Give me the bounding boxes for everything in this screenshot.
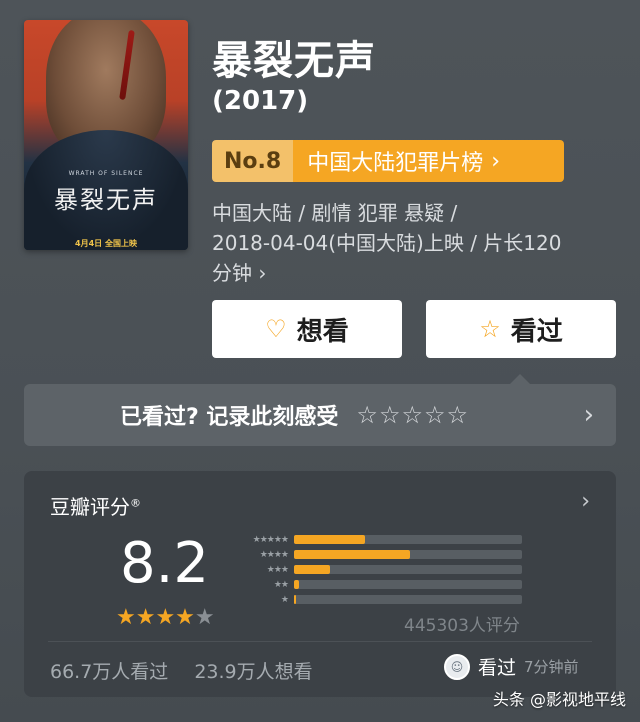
distribution-row: ★★: [228, 577, 528, 592]
ranking-list-label: 中国大陆犯罪片榜: [307, 151, 484, 176]
want-to-watch-button[interactable]: ♡ 想看: [212, 300, 402, 358]
chevron-right-icon: ›: [491, 148, 501, 174]
distribution-track: [294, 580, 522, 589]
divider: [48, 641, 592, 642]
distribution-star-label: ★★★: [266, 564, 289, 575]
poster-title: 暴裂无声: [54, 186, 158, 214]
heart-plus-icon: ♡: [265, 315, 287, 343]
audience-stats: 66.7万人看过 23.9万人想看: [50, 657, 313, 684]
distribution-row: ★★★★: [228, 547, 528, 562]
user-seen-label: 看过: [478, 657, 517, 679]
watermark: 头条 @影视地平线: [492, 690, 626, 709]
meta-release: 2018-04-04(中国大陆)上映 / 片长120: [212, 231, 562, 255]
registered-mark: ®: [130, 496, 141, 510]
ranking-list-link[interactable]: 中国大陆犯罪片榜 ›: [293, 140, 564, 182]
distribution-track: [294, 550, 522, 559]
distribution-row: ★★★: [228, 562, 528, 577]
movie-poster[interactable]: WRATH OF SILENCE 暴裂无声 4月4日 全国上映: [24, 20, 188, 250]
distribution-bar: [294, 580, 299, 589]
stars-filled: ★★★★: [116, 605, 195, 630]
rating-count: 445303人评分: [404, 616, 520, 636]
rating-header-label: 豆瓣评分: [50, 495, 130, 519]
wanted-count: 23.9万人想看: [194, 661, 313, 683]
chevron-right-icon[interactable]: ›: [581, 489, 590, 514]
distribution-bar: [294, 550, 411, 559]
rating-stars-input[interactable]: ☆☆☆☆☆: [356, 401, 469, 429]
friend-activity[interactable]: ☺ 看过 7分钟前: [444, 653, 579, 680]
rating-score: 8.2: [120, 531, 210, 596]
record-prompt: 已看过? 记录此刻感受: [120, 405, 339, 430]
ranking-number: No.8: [212, 140, 294, 182]
avatar[interactable]: ☺: [444, 653, 470, 680]
meta-runtime: 分钟 ›: [212, 261, 267, 285]
distribution-star-label: ★★★★: [259, 549, 289, 560]
ranking-badge[interactable]: No.8 中国大陆犯罪片榜 ›: [212, 140, 564, 182]
chevron-right-icon: ›: [583, 400, 594, 430]
user-seen-time: 7分钟前: [524, 658, 579, 676]
want-to-watch-label: 想看: [296, 316, 349, 347]
watched-button[interactable]: ☆ 看过: [426, 300, 616, 358]
distribution-bar: [294, 595, 297, 604]
distribution-row: ★: [228, 592, 528, 607]
poster-release-date: 4月4日 全国上映: [75, 239, 137, 248]
distribution-track: [294, 595, 522, 604]
distribution-bar: [294, 565, 331, 574]
distribution-track: [294, 565, 522, 574]
stars-empty: ★: [194, 605, 215, 630]
douban-rating-card[interactable]: 豆瓣评分® › 8.2 ★★★★★ ★★★★★ ★★★★ ★★★ ★★ ★ 445303…: [24, 471, 616, 697]
distribution-star-label: ★★: [273, 579, 289, 590]
meta-genres: 中国大陆 / 剧情 犯罪 悬疑 /: [212, 201, 458, 225]
movie-year: (2017): [212, 86, 309, 116]
star-outline-icon: ☆: [479, 315, 501, 343]
record-feeling-bar[interactable]: 已看过? 记录此刻感受 ☆☆☆☆☆ ›: [24, 384, 616, 446]
watched-label: 看过: [510, 316, 563, 347]
distribution-star-label: ★: [280, 594, 289, 605]
distribution-bar: [294, 535, 365, 544]
distribution-track: [294, 535, 522, 544]
movie-meta[interactable]: 中国大陆 / 剧情 犯罪 悬疑 / 2018-04-04(中国大陆)上映 / 片…: [212, 198, 612, 288]
watched-count: 66.7万人看过: [50, 661, 169, 683]
record-pointer: [510, 374, 530, 384]
rating-distribution: ★★★★★ ★★★★ ★★★ ★★ ★: [228, 532, 528, 607]
distribution-row: ★★★★★: [228, 532, 528, 547]
poster-english-title: WRATH OF SILENCE: [68, 170, 144, 177]
distribution-star-label: ★★★★★: [252, 534, 289, 545]
movie-title: 暴裂无声: [212, 38, 376, 84]
rating-stars: ★★★★★: [116, 605, 215, 630]
rating-header: 豆瓣评分®: [50, 491, 141, 520]
